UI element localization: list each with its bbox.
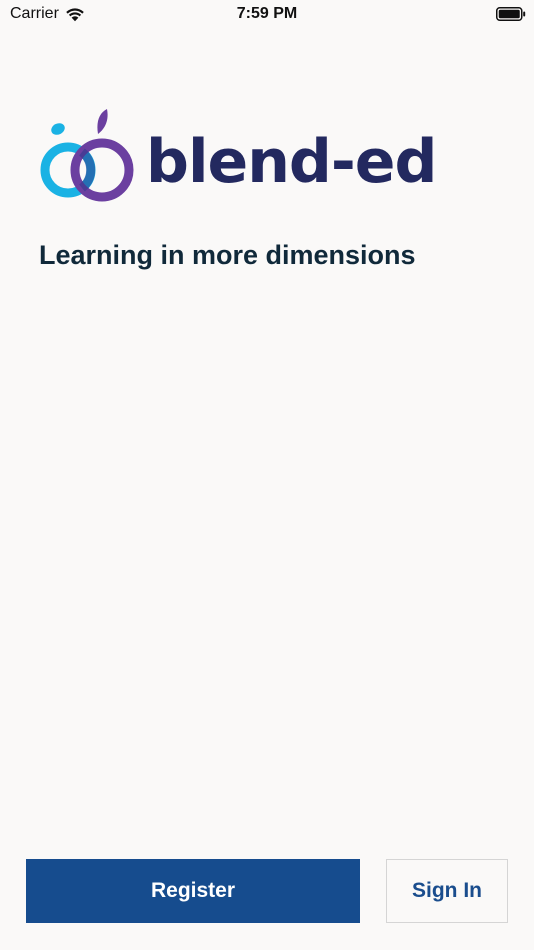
status-bar: Carrier 7:59 PM [0,0,534,28]
tagline: Learning in more dimensions [39,240,416,270]
blend-ed-logo: blend-ed [38,108,442,208]
sign-in-button[interactable]: Sign In [386,859,508,923]
logo-wordmark: blend-ed [146,127,437,197]
battery-full-icon [496,7,526,21]
status-time: 7:59 PM [236,5,298,22]
register-button[interactable]: Register [26,859,360,923]
two-interlocking-rings-apple-icon [40,109,134,202]
